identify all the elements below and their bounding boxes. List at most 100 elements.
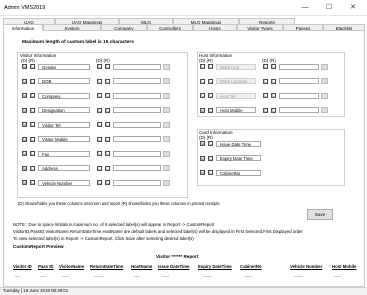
extra-receipt-checkbox[interactable]: ☐ bbox=[105, 136, 110, 142]
display-checkbox-fax[interactable]: ☑ bbox=[22, 151, 27, 157]
extra-label-input[interactable] bbox=[113, 165, 161, 171]
extra-label-button[interactable] bbox=[163, 179, 170, 186]
display-checkbox-address[interactable]: ☑ bbox=[22, 165, 27, 171]
extra-label-input[interactable] bbox=[113, 121, 161, 128]
card-label-input-cabinetno[interactable]: CabinetNo bbox=[216, 169, 261, 176]
host-extra-display-checkbox[interactable]: ☐ bbox=[263, 64, 268, 70]
host-extra-label-button[interactable] bbox=[321, 63, 328, 70]
extra-label-button[interactable] bbox=[163, 136, 170, 142]
extra-label-input[interactable] bbox=[113, 136, 161, 142]
extra-label-button[interactable] bbox=[163, 165, 170, 171]
extra-label-button[interactable] bbox=[163, 63, 170, 70]
extra-display-checkbox[interactable]: ☐ bbox=[97, 136, 102, 142]
tab-hosts[interactable]: Hosts bbox=[193, 24, 237, 31]
label-input-gender[interactable]: Gender bbox=[38, 63, 90, 70]
host-extra-label-button[interactable] bbox=[321, 107, 328, 113]
extra-receipt-checkbox[interactable]: ☐ bbox=[105, 151, 110, 157]
host-receipt-checkbox-host-tel[interactable]: ☐ bbox=[208, 93, 213, 99]
extra-display-checkbox[interactable]: ☐ bbox=[97, 78, 102, 84]
extra-display-checkbox[interactable]: ☐ bbox=[97, 64, 102, 70]
host-extra-receipt-checkbox[interactable]: ☐ bbox=[271, 64, 276, 70]
host-extra-label-input[interactable] bbox=[279, 63, 319, 70]
host-extra-receipt-checkbox[interactable]: ☐ bbox=[271, 107, 276, 113]
card-display-checkbox-expiry-date-time[interactable]: ☑ bbox=[200, 155, 205, 161]
extra-label-input[interactable] bbox=[113, 78, 161, 84]
host-extra-display-checkbox[interactable]: ☐ bbox=[263, 78, 268, 84]
host-label-input-work-unit[interactable]: Work Unit bbox=[216, 63, 256, 70]
host-receipt-checkbox-host-mobile[interactable]: ☐ bbox=[208, 107, 213, 113]
card-label-input-expiry-date-time[interactable]: Expiry Date Time bbox=[216, 155, 261, 161]
display-checkbox-dob[interactable]: ☑ bbox=[22, 78, 27, 84]
tab-controllers[interactable]: Controllers bbox=[147, 24, 193, 31]
tab-blacklist[interactable]: Blacklist bbox=[323, 24, 365, 31]
receipt-checkbox-dob[interactable]: ☐ bbox=[30, 78, 35, 84]
receipt-checkbox-visitor-tel[interactable]: ☐ bbox=[30, 122, 35, 128]
minimize-button[interactable]: — bbox=[294, 2, 316, 14]
extra-label-input[interactable] bbox=[113, 150, 161, 157]
extra-display-checkbox[interactable]: ☐ bbox=[97, 180, 102, 186]
host-extra-label-button[interactable] bbox=[321, 78, 328, 84]
receipt-checkbox-fax[interactable]: ☐ bbox=[30, 151, 35, 157]
host-extra-receipt-checkbox[interactable]: ☐ bbox=[271, 78, 276, 84]
tab-information[interactable]: Information bbox=[3, 24, 43, 31]
display-checkbox-vehicle-number[interactable]: ☑ bbox=[22, 180, 27, 186]
maximize-button[interactable]: ☐ bbox=[318, 2, 340, 14]
card-display-checkbox-issue-date-time[interactable]: ☑ bbox=[200, 141, 205, 147]
tab-visitor-types[interactable]: Visitor Types bbox=[237, 24, 283, 31]
host-label-input-host-tel[interactable]: Host Tel bbox=[216, 92, 256, 99]
card-display-checkbox-cabinetno[interactable]: ☑ bbox=[200, 170, 205, 176]
card-receipt-checkbox-expiry-date-time[interactable]: ☐ bbox=[208, 155, 213, 161]
host-label-input-work-location[interactable]: Work Location bbox=[216, 78, 256, 84]
label-input-address[interactable]: Address bbox=[38, 165, 90, 171]
extra-label-input[interactable] bbox=[113, 92, 161, 99]
extra-label-input[interactable] bbox=[113, 179, 161, 186]
extra-display-checkbox[interactable]: ☐ bbox=[97, 122, 102, 128]
extra-label-button[interactable] bbox=[163, 107, 170, 113]
tab-system[interactable]: System bbox=[43, 24, 101, 31]
host-extra-label-input[interactable] bbox=[279, 107, 319, 113]
extra-label-button[interactable] bbox=[163, 121, 170, 128]
extra-receipt-checkbox[interactable]: ☐ bbox=[105, 107, 110, 113]
extra-label-button[interactable] bbox=[163, 78, 170, 84]
extra-receipt-checkbox[interactable]: ☐ bbox=[105, 180, 110, 186]
host-extra-label-input[interactable] bbox=[279, 92, 319, 99]
card-label-input-issue-date-time[interactable]: Issue Date Time bbox=[216, 140, 261, 147]
label-input-visitor-tel[interactable]: Visitor Tel bbox=[38, 121, 90, 128]
extra-receipt-checkbox[interactable]: ☐ bbox=[105, 93, 110, 99]
host-display-checkbox-host-mobile[interactable]: ☑ bbox=[200, 107, 205, 113]
display-checkbox-company[interactable]: ☑ bbox=[22, 93, 27, 99]
receipt-checkbox-address[interactable]: ☐ bbox=[30, 165, 35, 171]
label-input-fax[interactable]: Fax bbox=[38, 150, 90, 157]
receipt-checkbox-gender[interactable]: ☐ bbox=[30, 64, 35, 70]
receipt-checkbox-designation[interactable]: ☐ bbox=[30, 107, 35, 113]
extra-receipt-checkbox[interactable]: ☐ bbox=[105, 64, 110, 70]
display-checkbox-visitor-mobile[interactable]: ☑ bbox=[22, 136, 27, 142]
host-display-checkbox-work-unit[interactable]: ☐ bbox=[200, 64, 205, 70]
extra-label-input[interactable] bbox=[113, 63, 161, 70]
host-receipt-checkbox-work-location[interactable]: ☐ bbox=[208, 78, 213, 84]
extra-label-button[interactable] bbox=[163, 150, 170, 157]
host-extra-display-checkbox[interactable]: ☐ bbox=[263, 93, 268, 99]
extra-display-checkbox[interactable]: ☐ bbox=[97, 151, 102, 157]
extra-receipt-checkbox[interactable]: ☐ bbox=[105, 165, 110, 171]
extra-receipt-checkbox[interactable]: ☐ bbox=[105, 122, 110, 128]
tab-company[interactable]: Company bbox=[101, 24, 147, 31]
host-receipt-checkbox-work-unit[interactable]: ☐ bbox=[208, 64, 213, 70]
display-checkbox-visitor-tel[interactable]: ☑ bbox=[22, 122, 27, 128]
label-input-vehicle-number[interactable]: Vehicle Number bbox=[38, 179, 90, 186]
receipt-checkbox-visitor-mobile[interactable]: ☐ bbox=[30, 136, 35, 142]
card-receipt-checkbox-cabinetno[interactable]: ☐ bbox=[208, 170, 213, 176]
extra-display-checkbox[interactable]: ☐ bbox=[97, 165, 102, 171]
host-display-checkbox-work-location[interactable]: ☐ bbox=[200, 78, 205, 84]
label-input-company[interactable]: Company bbox=[38, 92, 90, 99]
label-input-dob[interactable]: DOB bbox=[38, 78, 90, 84]
label-input-visitor-mobile[interactable]: Visitor Mobile bbox=[38, 136, 90, 142]
host-label-input-host-mobile[interactable]: Host Mobile bbox=[216, 107, 256, 113]
receipt-checkbox-vehicle-number[interactable]: ☐ bbox=[30, 180, 35, 186]
label-input-designation[interactable]: Designation bbox=[38, 107, 90, 113]
extra-display-checkbox[interactable]: ☐ bbox=[97, 107, 102, 113]
host-extra-display-checkbox[interactable]: ☐ bbox=[263, 107, 268, 113]
host-extra-receipt-checkbox[interactable]: ☐ bbox=[271, 93, 276, 99]
extra-label-button[interactable] bbox=[163, 92, 170, 99]
display-checkbox-designation[interactable]: ☑ bbox=[22, 107, 27, 113]
